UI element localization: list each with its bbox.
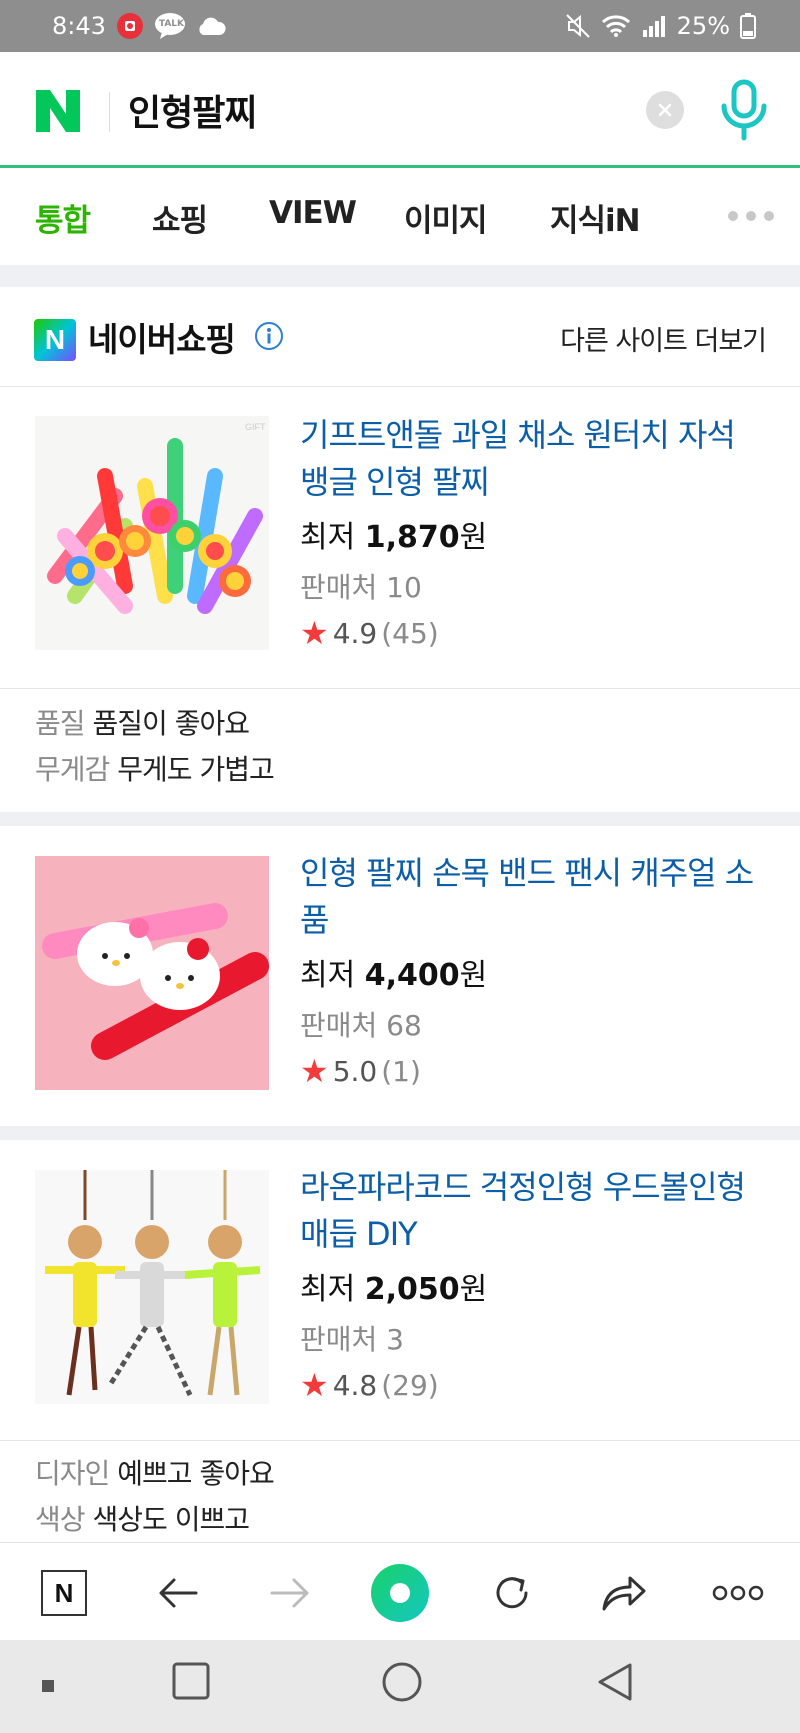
product-rating: ★ 4.8 (29) [300, 1366, 439, 1404]
product-rating: ★ 5.0 (1) [300, 1052, 421, 1090]
product-sellers[interactable]: 판매처 68 [300, 1004, 422, 1044]
review-tag: 색상 색상도 이쁘고 [35, 1503, 250, 1536]
review-tag: 디자인 예쁘고 좋아요 [35, 1457, 275, 1490]
tab-integrated[interactable]: 통합 [35, 195, 91, 240]
more-icon[interactable] [708, 1567, 768, 1619]
forward-icon[interactable] [264, 1567, 316, 1619]
review-tag: 무게감 무게도 가볍고 [35, 753, 275, 786]
tab-shopping[interactable]: 쇼핑 [152, 195, 208, 240]
browser-toolbar: N [0, 1542, 800, 1640]
notification-dot-icon [42, 1680, 54, 1692]
wifi-icon [601, 14, 631, 38]
product-price: 최저 2,050원 [300, 1272, 488, 1307]
naver-home-icon[interactable]: N [38, 1567, 90, 1619]
home-button-icon[interactable] [382, 1662, 422, 1702]
signal-icon [641, 14, 667, 38]
naver-shopping-logo-icon: N [34, 319, 76, 361]
cloud-icon [196, 16, 226, 36]
star-icon: ★ [300, 614, 329, 652]
product-title[interactable]: 인형 팔찌 손목 밴드 팬시 캐주얼 소품 [300, 850, 770, 944]
review-summary[interactable]: 디자인 예쁘고 좋아요 색상 색상도 이쁘고 [0, 1440, 800, 1542]
product-card[interactable]: 라온파라코드 걱정인형 우드볼인형 매듭 DIY 최저 2,050원 판매처 3… [0, 1140, 800, 1440]
recents-icon[interactable] [172, 1662, 210, 1700]
battery-icon [740, 13, 756, 39]
product-card[interactable]: GIFT 기프트앤돌 과일 채소 원터치 자석 뱅글 인형 팔찌 최저 1,87… [0, 388, 800, 688]
section-gap [0, 265, 800, 287]
system-navbar [0, 1640, 800, 1733]
search-input[interactable]: 인형팔찌 [128, 84, 257, 136]
tab-knowledge-in[interactable]: 지식iN [550, 195, 641, 240]
review-summary[interactable]: 품질 품질이 좋아요 무게감 무게도 가볍고 [0, 688, 800, 812]
product-sellers[interactable]: 판매처 3 [300, 1318, 404, 1358]
product-title[interactable]: 라온파라코드 걱정인형 우드볼인형 매듭 DIY [300, 1164, 770, 1258]
product-image[interactable] [35, 1170, 269, 1404]
section-gap [0, 1126, 800, 1140]
svg-text:GIFT: GIFT [245, 422, 266, 432]
product-title[interactable]: 기프트앤돌 과일 채소 원터치 자석 뱅글 인형 팔찌 [300, 412, 770, 506]
product-price: 최저 1,870원 [300, 520, 488, 555]
section-gap [0, 812, 800, 826]
talk-icon: TALK [154, 12, 186, 40]
tabs-more-icon[interactable] [728, 211, 774, 221]
back-icon[interactable] [152, 1567, 204, 1619]
more-sites-link[interactable]: 다른 사이트 더보기 [560, 319, 767, 358]
search-tabs: 통합 쇼핑 VIEW 이미지 지식iN [0, 171, 800, 265]
battery-percent: 25% [676, 12, 730, 40]
back-button-icon[interactable] [596, 1662, 634, 1702]
product-sellers[interactable]: 판매처 10 [300, 566, 422, 606]
naver-logo-icon[interactable] [34, 88, 82, 134]
star-icon: ★ [300, 1366, 329, 1404]
green-dot-icon[interactable] [370, 1563, 430, 1623]
refresh-icon[interactable] [486, 1567, 538, 1619]
product-image[interactable] [35, 856, 269, 1090]
shopping-section-header: N 네이버쇼핑 다른 사이트 더보기 [0, 287, 800, 387]
info-icon[interactable] [254, 321, 284, 351]
microphone-icon[interactable] [716, 78, 772, 142]
product-card[interactable]: 인형 팔찌 손목 밴드 팬시 캐주얼 소품 최저 4,400원 판매처 68 ★… [0, 826, 800, 1126]
product-price: 최저 4,400원 [300, 958, 488, 993]
record-icon [116, 12, 144, 40]
tab-image[interactable]: 이미지 [404, 195, 488, 240]
review-tag: 품질 품질이 좋아요 [35, 707, 250, 740]
product-image[interactable]: GIFT [35, 416, 269, 650]
search-header: 인형팔찌 [0, 52, 800, 168]
share-icon[interactable] [598, 1567, 650, 1619]
product-rating: ★ 4.9 (45) [300, 614, 439, 652]
shopping-title: 네이버쇼핑 [88, 320, 236, 359]
status-time: 8:43 [52, 12, 106, 40]
star-icon: ★ [300, 1052, 329, 1090]
header-divider [109, 92, 110, 132]
close-icon [658, 103, 672, 117]
status-bar: 8:43 TALK 25% [0, 0, 800, 52]
clear-search-button[interactable] [646, 91, 684, 129]
mute-icon [565, 13, 591, 39]
tab-view[interactable]: VIEW [269, 195, 357, 231]
